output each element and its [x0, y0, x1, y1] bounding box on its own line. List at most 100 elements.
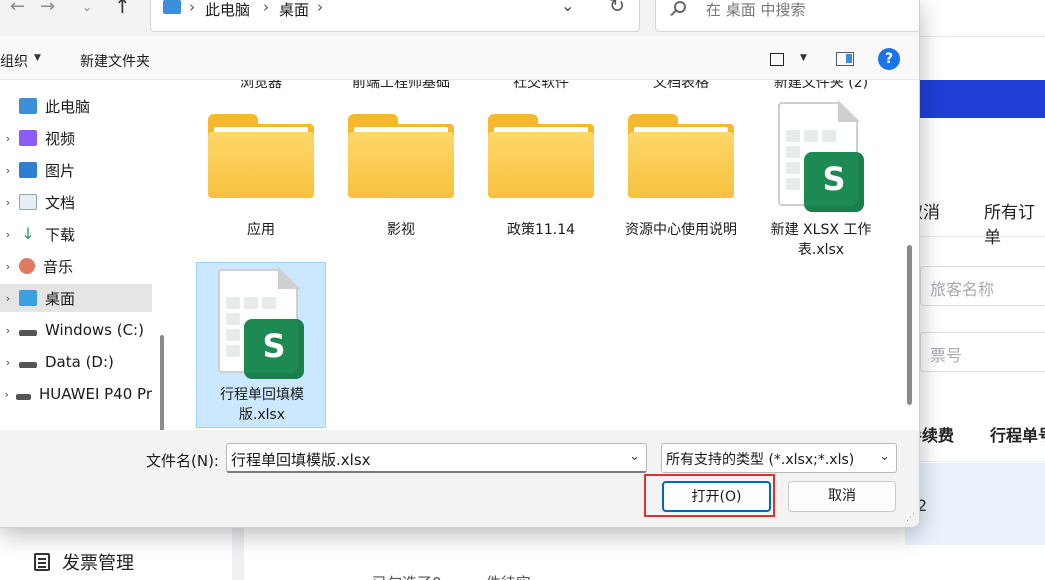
filename-input[interactable]: 行程单回填模版.xlsx ⌄	[226, 443, 647, 473]
computer-icon	[19, 98, 37, 114]
xlsx-file-icon: S	[218, 267, 304, 379]
resize-grip-icon[interactable]: ⋰	[906, 514, 918, 526]
cancel-button[interactable]: 取消	[788, 481, 896, 512]
expand-chevron-icon[interactable]: ›	[0, 164, 16, 177]
organize-caret-icon[interactable]: ▼	[34, 53, 41, 63]
expand-chevron-icon[interactable]: ›	[0, 356, 16, 369]
nav-label: Windows (C:)	[45, 321, 144, 339]
expand-chevron-icon[interactable]: ›	[0, 292, 16, 305]
search-box[interactable]: 在 桌面 中搜索	[655, 0, 919, 32]
nav-label: Data (D:)	[45, 353, 114, 371]
new-folder-button[interactable]: 新建文件夹	[80, 51, 150, 71]
background-th-itinerary: 行程单号	[990, 426, 1045, 445]
desktop-icon	[19, 290, 37, 306]
file-tile-label: 应用	[247, 222, 275, 238]
ticket-number-placeholder: 票号	[930, 346, 963, 365]
preview-pane-icon[interactable]	[836, 52, 854, 66]
filetype-value: 所有支持的类型 (*.xlsx;*.xls)	[666, 452, 855, 468]
folder-icon	[348, 114, 454, 198]
video-icon	[19, 130, 37, 146]
picture-icon	[19, 162, 37, 178]
background-divider	[905, 36, 1045, 37]
background-brand-band	[905, 80, 1045, 118]
expand-chevron-icon[interactable]: ›	[0, 260, 16, 273]
nav-item-drive-d[interactable]: › Data (D:)	[0, 348, 152, 376]
nav-item-pictures[interactable]: › 图片	[0, 156, 152, 184]
up-arrow-icon[interactable]: ↑	[114, 0, 131, 21]
address-dropdown-chevron-icon[interactable]: ⌄	[561, 0, 574, 15]
filetype-chevron-icon[interactable]: ⌄	[879, 449, 890, 464]
refresh-icon[interactable]: ↻	[609, 0, 625, 17]
file-tile-xlsx-itinerary-template[interactable]: S 行程单回填模版.xlsx	[196, 262, 326, 428]
drive-icon	[19, 330, 37, 336]
open-button[interactable]: 打开(O)	[662, 481, 771, 512]
expand-chevron-icon[interactable]: ›	[0, 228, 16, 241]
folder-icon	[628, 114, 734, 198]
file-tile-label: 政策11.14	[506, 222, 576, 238]
breadcrumb-separator-icon[interactable]: ›	[317, 0, 323, 16]
help-icon[interactable]: ?	[878, 48, 900, 70]
filename-label: 文件名(N):	[146, 452, 219, 470]
view-options-caret-icon[interactable]: ▼	[800, 53, 807, 63]
breadcrumb-this-pc[interactable]: 此电脑	[205, 0, 250, 20]
drive-icon	[19, 362, 37, 368]
filename-value: 行程单回填模版.xlsx	[231, 451, 371, 469]
nav-item-music[interactable]: › 音乐	[0, 252, 152, 280]
passenger-name-placeholder: 旅客名称	[930, 280, 995, 299]
nav-pane-scrollbar[interactable]	[160, 335, 164, 430]
document-icon	[19, 194, 37, 210]
nav-item-drive-c[interactable]: › Windows (C:)	[0, 316, 152, 344]
file-tile-folder-videos[interactable]: 影视	[336, 84, 466, 252]
background-passenger-name-input[interactable]: 旅客名称	[920, 266, 1045, 306]
excel-badge-letter: S	[262, 327, 286, 365]
breadcrumb-desktop[interactable]: 桌面	[279, 0, 309, 20]
background-ticket-number-input[interactable]: 票号	[920, 332, 1045, 372]
address-bar[interactable]: › 此电脑 › 桌面 › ⌄ ↻	[150, 0, 640, 32]
file-tile-folder-apps[interactable]: 应用	[196, 84, 326, 252]
nav-label: 音乐	[43, 257, 74, 276]
file-tile-label: 影视	[387, 222, 415, 238]
background-menu-invoice-management[interactable]: 发票管理	[34, 548, 134, 576]
recent-locations-chevron-icon[interactable]: ⌄	[82, 0, 92, 22]
back-arrow-icon[interactable]: ←	[10, 0, 25, 22]
nav-item-desktop[interactable]: › 桌面	[0, 284, 152, 312]
expand-chevron-icon[interactable]: ›	[0, 196, 16, 209]
breadcrumb-separator-icon[interactable]: ›	[263, 0, 269, 16]
nav-item-documents[interactable]: › 文档	[0, 188, 152, 216]
music-icon	[19, 258, 35, 274]
background-bottom-text: 已勾选了0... 件待实	[372, 572, 531, 580]
nav-item-videos[interactable]: › 视频	[0, 124, 152, 152]
menu-invoice-label: 发票管理	[62, 553, 134, 574]
expand-chevron-icon[interactable]: ›	[0, 324, 16, 337]
nav-item-phone[interactable]: › HUAWEI P40 Pr	[0, 380, 152, 408]
nav-item-downloads[interactable]: › ↓ 下载	[0, 220, 152, 248]
excel-badge-letter: S	[822, 160, 846, 198]
background-tab-divider	[905, 236, 1045, 237]
file-list-area: 浏览器 前端工程师基础 社交软件 文档表格 新建文件夹 (2) 应用 影视 政策…	[174, 80, 908, 430]
view-options-icon[interactable]	[770, 53, 784, 66]
nav-label: 下载	[45, 225, 76, 244]
file-tile-xlsx-new-worksheet[interactable]: S 新建 XLSX 工作表.xlsx	[756, 84, 886, 258]
expand-chevron-icon[interactable]: ›	[0, 388, 13, 401]
expand-chevron-icon[interactable]: ›	[0, 132, 16, 145]
nav-label: 视频	[45, 129, 76, 148]
command-toolbar: 组织 ▼ 新建文件夹 ▼ ?	[0, 36, 919, 80]
navigation-pane: 此电脑 › 视频 › 图片 › 文档 › ↓ 下载 › 音乐 › 桌面 › Wi…	[0, 80, 170, 430]
file-tile-label: 新建 XLSX 工作表.xlsx	[770, 222, 872, 258]
file-tile-folder-resource-guide[interactable]: 资源中心使用说明	[616, 84, 746, 252]
forward-arrow-icon[interactable]: →	[40, 0, 55, 22]
nav-label: HUAWEI P40 Pr	[38, 385, 152, 403]
file-tile-folder-policy[interactable]: 政策11.14	[476, 84, 606, 252]
dialog-footer: 文件名(N): 行程单回填模版.xlsx ⌄ 所有支持的类型 (*.xlsx;*…	[0, 430, 919, 527]
desktop-location-icon	[163, 0, 181, 14]
organize-button[interactable]: 组织	[0, 51, 28, 71]
phone-icon	[16, 394, 31, 400]
filetype-select[interactable]: 所有支持的类型 (*.xlsx;*.xls) ⌄	[661, 443, 897, 473]
file-open-dialog: ← → ⌄ ↑ › 此电脑 › 桌面 › ⌄ ↻ 在 桌面 中搜索 组织 ▼ 新…	[0, 0, 920, 528]
background-tab-all-orders[interactable]: 所有订单	[984, 198, 1045, 248]
xlsx-file-icon: S	[778, 100, 864, 212]
breadcrumb-separator-icon[interactable]: ›	[189, 0, 195, 16]
file-area-scrollbar[interactable]	[907, 245, 912, 405]
filename-history-chevron-icon[interactable]: ⌄	[629, 449, 640, 464]
nav-item-this-pc[interactable]: 此电脑	[0, 92, 152, 120]
